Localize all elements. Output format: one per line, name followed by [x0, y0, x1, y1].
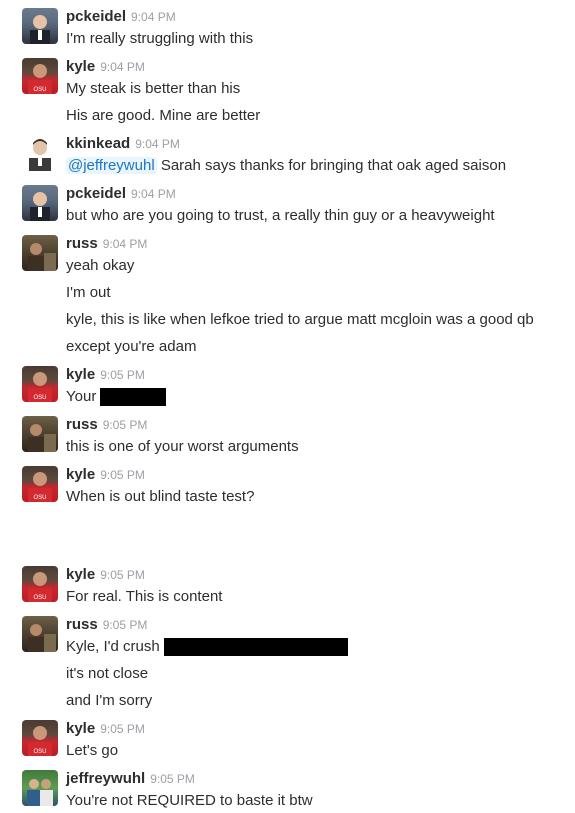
- avatar[interactable]: [22, 8, 58, 44]
- message-text: but who are you going to trust, a really…: [66, 207, 495, 224]
- redaction-block: [100, 388, 167, 407]
- message-text: @jeffreywuhl Sarah says thanks for bring…: [66, 157, 506, 174]
- message-author[interactable]: kyle: [66, 366, 95, 383]
- avatar[interactable]: [22, 185, 58, 221]
- message-author[interactable]: russ: [66, 235, 98, 252]
- user-mention[interactable]: @jeffreywuhl: [66, 157, 157, 174]
- message-text: For real. This is content: [66, 588, 223, 605]
- message-text: except you're adam: [66, 338, 197, 355]
- avatar[interactable]: [22, 616, 58, 652]
- avatar[interactable]: OSU: [22, 466, 58, 502]
- message-timestamp[interactable]: 9:04 PM: [103, 237, 148, 251]
- avatar[interactable]: [22, 416, 58, 452]
- message-timestamp[interactable]: 9:05 PM: [103, 618, 148, 632]
- message-timestamp[interactable]: 9:05 PM: [150, 772, 195, 786]
- message-text: I'm really struggling with this: [66, 30, 254, 47]
- message-author[interactable]: russ: [66, 616, 98, 633]
- avatar[interactable]: OSU: [22, 58, 58, 94]
- message-timestamp[interactable]: 9:04 PM: [131, 10, 176, 24]
- message-author[interactable]: kyle: [66, 58, 95, 75]
- message-text: kyle, this is like when lefkoe tried to …: [66, 311, 534, 328]
- message-timestamp[interactable]: 9:05 PM: [100, 368, 145, 382]
- message-text: it's not close: [66, 665, 149, 682]
- message-timestamp[interactable]: 9:05 PM: [100, 722, 145, 736]
- svg-text:OSU: OSU: [33, 87, 46, 93]
- avatar[interactable]: [22, 235, 58, 271]
- message-author[interactable]: jeffreywuhl: [66, 770, 145, 787]
- message-timestamp[interactable]: 9:05 PM: [103, 418, 148, 432]
- avatar[interactable]: OSU: [22, 366, 58, 402]
- message-text: and I'm sorry: [66, 692, 153, 709]
- avatar[interactable]: OSU: [22, 720, 58, 756]
- message-text: You're not REQUIRED to baste it btw: [66, 792, 313, 809]
- message-timestamp[interactable]: 9:04 PM: [100, 60, 145, 74]
- message-author[interactable]: pckeidel: [66, 185, 126, 202]
- message-text-body: Kyle, I'd crush: [66, 638, 160, 655]
- svg-text:OSU: OSU: [33, 395, 46, 401]
- message-text: When is out blind taste test?: [66, 488, 255, 505]
- message-author[interactable]: kyle: [66, 720, 95, 737]
- message-text: His are good. Mine are better: [66, 107, 261, 124]
- message-text: I'm out: [66, 284, 111, 301]
- message-text: Let's go: [66, 742, 119, 759]
- svg-text:OSU: OSU: [33, 595, 46, 601]
- message-timestamp[interactable]: 9:05 PM: [100, 468, 145, 482]
- svg-text:OSU: OSU: [33, 495, 46, 501]
- message-author[interactable]: kyle: [66, 566, 95, 583]
- message-author[interactable]: pckeidel: [66, 8, 126, 25]
- message-text: My steak is better than his: [66, 80, 241, 97]
- message-author[interactable]: kkinkead: [66, 135, 130, 152]
- message-timestamp[interactable]: 9:04 PM: [135, 137, 180, 151]
- message-text: Kyle, I'd crush: [66, 638, 348, 657]
- avatar[interactable]: OSU: [22, 566, 58, 602]
- redaction-block: [163, 638, 348, 657]
- message-text: yeah okay: [66, 257, 135, 274]
- message-timestamp[interactable]: 9:04 PM: [131, 187, 176, 201]
- svg-text:OSU: OSU: [33, 749, 46, 755]
- avatar[interactable]: [22, 770, 58, 806]
- message-author[interactable]: kyle: [66, 466, 95, 483]
- message-text: this is one of your worst arguments: [66, 438, 299, 455]
- message-author[interactable]: russ: [66, 416, 98, 433]
- message-text-body: Your: [66, 388, 97, 405]
- message-text: Your: [66, 388, 167, 407]
- message-text-body: Sarah says thanks for bringing that oak …: [160, 157, 507, 174]
- avatar[interactable]: [22, 135, 58, 171]
- message-timestamp[interactable]: 9:05 PM: [100, 568, 145, 582]
